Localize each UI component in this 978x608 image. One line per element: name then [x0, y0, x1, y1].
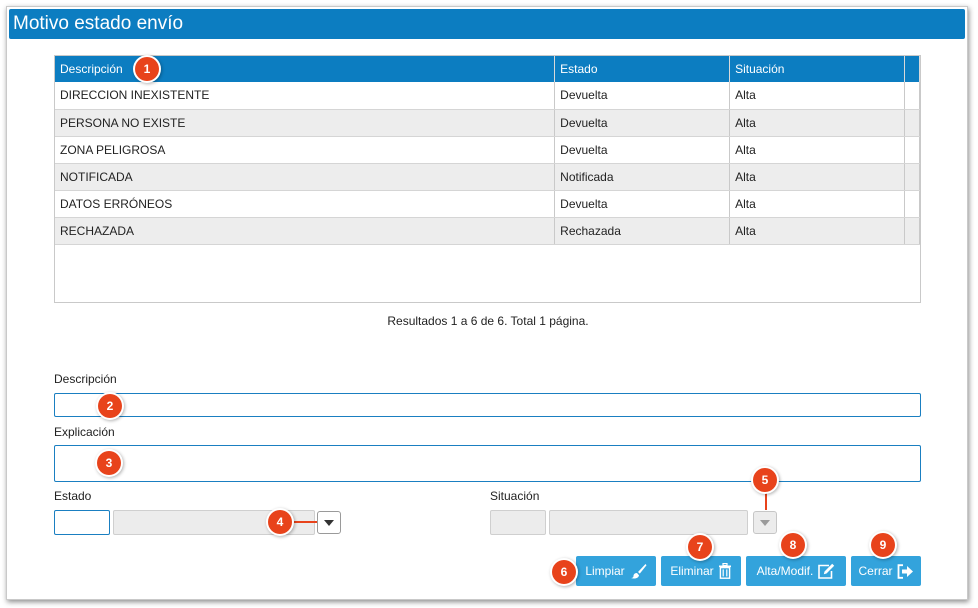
callout-badge-6: 6: [552, 560, 576, 584]
situacion-dropdown-button: [753, 511, 777, 534]
cell-spacer: [904, 82, 921, 110]
cell-estado: Notificada: [554, 163, 731, 191]
cell-situacion: Alta: [729, 190, 905, 218]
estado-dropdown-button[interactable]: [317, 511, 341, 534]
estado-code-input[interactable]: [54, 510, 110, 535]
trash-icon: [718, 563, 731, 579]
situacion-label: Situación: [490, 489, 540, 503]
cell-descripcion: RECHAZADA: [55, 217, 556, 245]
brush-icon: [630, 564, 647, 579]
cell-spacer: [904, 190, 921, 218]
column-header-spacer: [904, 56, 921, 82]
column-header-situacion[interactable]: Situación: [729, 56, 905, 82]
cell-descripcion: NOTIFICADA: [55, 163, 556, 191]
column-header-estado[interactable]: Estado: [554, 56, 731, 82]
table-row[interactable]: DATOS ERRÓNEOS Devuelta Alta: [55, 190, 921, 218]
eliminar-button-label: Eliminar: [670, 564, 714, 578]
callout-badge-4: 4: [268, 510, 292, 534]
table-row[interactable]: RECHAZADA Rechazada Alta: [55, 217, 921, 245]
cell-estado: Devuelta: [554, 190, 731, 218]
explicacion-textarea[interactable]: [54, 445, 921, 482]
callout-badge-2: 2: [98, 394, 122, 418]
alta-modif-button-label: Alta/Modif.: [756, 564, 814, 578]
table-header-row: Descripción Estado Situación: [55, 56, 921, 82]
table-row[interactable]: DIRECCION INEXISTENTE Devuelta Alta: [55, 82, 921, 110]
descripcion-input[interactable]: [54, 393, 921, 417]
column-header-descripcion[interactable]: Descripción: [55, 56, 556, 82]
callout-badge-8: 8: [781, 533, 805, 557]
results-grid: Descripción Estado Situación DIRECCION I…: [54, 55, 921, 303]
callout-badge-7: 7: [688, 535, 712, 559]
cell-descripcion: ZONA PELIGROSA: [55, 136, 556, 164]
cell-estado: Devuelta: [554, 109, 731, 137]
cell-spacer: [904, 163, 921, 191]
limpiar-button[interactable]: Limpiar: [576, 556, 656, 586]
table-row[interactable]: PERSONA NO EXISTE Devuelta Alta: [55, 109, 921, 137]
cell-situacion: Alta: [729, 109, 905, 137]
window-title: Motivo estado envío: [9, 9, 965, 39]
cell-estado: Devuelta: [554, 136, 731, 164]
cerrar-button-label: Cerrar: [858, 564, 893, 578]
estado-label: Estado: [54, 489, 92, 503]
chevron-down-icon: [760, 520, 770, 526]
limpiar-button-label: Limpiar: [585, 564, 625, 578]
results-table: Descripción Estado Situación DIRECCION I…: [55, 56, 921, 245]
cell-situacion: Alta: [729, 217, 905, 245]
table-row[interactable]: NOTIFICADA Notificada Alta: [55, 163, 921, 191]
eliminar-button[interactable]: Eliminar: [661, 556, 741, 586]
callout-badge-3: 3: [97, 451, 121, 475]
cell-descripcion: DATOS ERRÓNEOS: [55, 190, 556, 218]
callout-pointer-4: [290, 521, 317, 523]
alta-modif-button[interactable]: Alta/Modif.: [746, 556, 846, 586]
cell-descripcion: PERSONA NO EXISTE: [55, 109, 556, 137]
sign-out-icon: [897, 563, 913, 579]
cell-descripcion: DIRECCION INEXISTENTE: [55, 82, 556, 110]
cell-spacer: [904, 109, 921, 137]
cell-situacion: Alta: [729, 163, 905, 191]
callout-badge-9: 9: [871, 533, 895, 557]
edit-icon: [818, 563, 835, 579]
cerrar-button[interactable]: Cerrar: [851, 556, 921, 586]
descripcion-label: Descripción: [54, 372, 117, 386]
cell-situacion: Alta: [729, 82, 905, 110]
situacion-code-input: [490, 510, 546, 535]
pager-summary: Resultados 1 a 6 de 6. Total 1 página.: [387, 314, 589, 328]
callout-badge-5: 5: [753, 468, 777, 492]
table-row[interactable]: ZONA PELIGROSA Devuelta Alta: [55, 136, 921, 164]
cell-spacer: [904, 136, 921, 164]
chevron-down-icon: [324, 520, 334, 526]
motivo-estado-envio-window: Motivo estado envío Descripción Estado S…: [6, 6, 968, 600]
cell-estado: Devuelta: [554, 82, 731, 110]
callout-pointer-5: [765, 490, 767, 510]
callout-badge-1: 1: [135, 57, 159, 81]
situacion-description-display: [549, 510, 748, 535]
cell-situacion: Alta: [729, 136, 905, 164]
cell-spacer: [904, 217, 921, 245]
explicacion-label: Explicación: [54, 425, 115, 439]
cell-estado: Rechazada: [554, 217, 731, 245]
